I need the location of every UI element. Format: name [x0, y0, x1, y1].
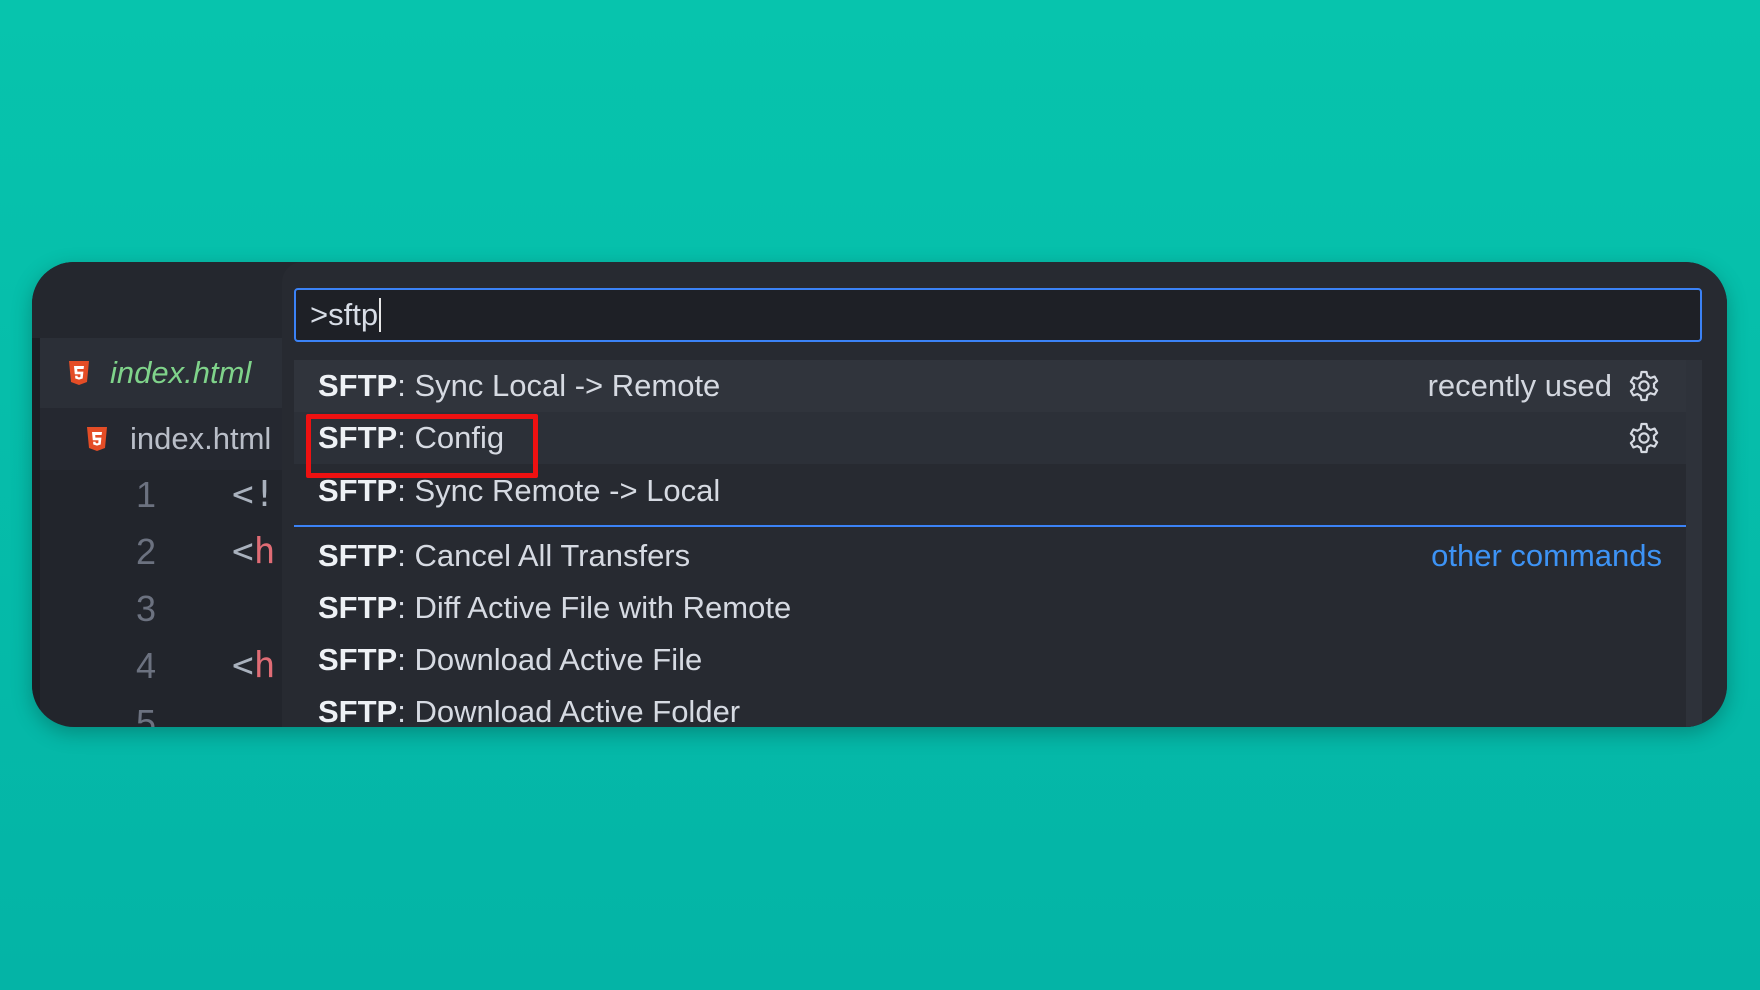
command-item-title: SFTP: Cancel All Transfers [318, 538, 691, 573]
command-item-title: SFTP: Config [318, 420, 505, 455]
command-item-config[interactable]: SFTP: Config [294, 412, 1686, 464]
recently-used-label: recently used [1427, 368, 1612, 403]
code-text: <h [232, 531, 276, 572]
editor-window: index.html index.html 1 <! 2 <h 3 4 <h 5 [32, 262, 1727, 727]
activity-bar [32, 338, 40, 727]
breadcrumb-label: index.html [130, 421, 272, 456]
query-text: >sftp [310, 297, 379, 332]
command-item-download-active-file[interactable]: SFTP: Download Active File [294, 634, 1686, 686]
command-results-list: SFTP: Sync Local -> Remote recently used… [294, 360, 1702, 727]
code-text: <! [232, 474, 276, 515]
code-text: <h [232, 645, 276, 686]
command-item-sync-local-remote[interactable]: SFTP: Sync Local -> Remote recently used [294, 360, 1686, 412]
text-caret [379, 298, 382, 332]
html5-icon [86, 426, 108, 452]
command-item-download-active-folder[interactable]: SFTP: Download Active Folder [294, 686, 1686, 727]
command-palette-input[interactable]: >sftp [294, 288, 1702, 342]
command-item-diff-active-file[interactable]: SFTP: Diff Active File with Remote [294, 582, 1686, 634]
command-palette: >sftp SFTP: Sync Local -> Remote recentl… [282, 262, 1727, 727]
command-item-meta: other commands [1431, 538, 1662, 574]
command-item-title: SFTP: Diff Active File with Remote [318, 590, 792, 625]
line-number: 2 [136, 531, 157, 572]
tab-label: index.html [110, 355, 252, 390]
line-number: 4 [136, 645, 157, 686]
group-separator [294, 525, 1702, 527]
other-commands-label: other commands [1431, 538, 1662, 573]
line-number: 1 [136, 474, 157, 515]
command-item-cancel-all-transfers[interactable]: SFTP: Cancel All Transfers other command… [294, 530, 1686, 582]
gear-icon[interactable] [1626, 420, 1662, 456]
command-item-title: SFTP: Download Active File [318, 642, 703, 677]
command-item-meta [1626, 420, 1662, 456]
command-item-title: SFTP: Sync Remote -> Local [318, 473, 721, 508]
line-number: 3 [136, 588, 157, 629]
results-scrollbar[interactable] [1686, 360, 1702, 727]
line-number: 5 [136, 702, 157, 727]
command-item-meta: recently used [1428, 368, 1662, 404]
gear-icon[interactable] [1626, 368, 1662, 404]
command-item-sync-remote-local[interactable]: SFTP: Sync Remote -> Local [294, 465, 1686, 517]
command-item-title: SFTP: Download Active Folder [318, 694, 741, 727]
html5-icon [68, 360, 90, 386]
command-item-title: SFTP: Sync Local -> Remote [318, 368, 721, 403]
